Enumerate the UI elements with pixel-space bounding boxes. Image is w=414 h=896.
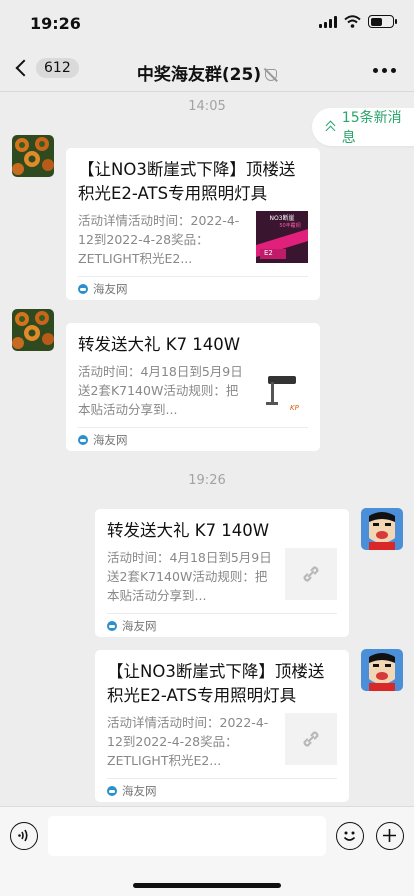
link-card[interactable]: 【让NO3断崖式下降】顶楼送积光E2-ATS专用照明灯具 活动详情活动时间：20… xyxy=(66,148,320,300)
svg-text:NO3断崖: NO3断崖 xyxy=(269,214,294,222)
nav-bar: 612 中奖海友群(25) xyxy=(0,48,414,92)
my-avatar[interactable] xyxy=(361,649,403,691)
card-source-label: 海友网 xyxy=(93,432,128,447)
card-description: 活动时间：4月18日到5月9日送2套K7140W活动规则：把本贴活动分享到... xyxy=(107,550,272,603)
chat-title-text: 中奖海友群(25) xyxy=(136,65,262,85)
card-description: 活动时间：4月18日到5月9日送2套K7140W活动规则：把本贴活动分享到... xyxy=(78,364,243,417)
card-title: 转发送大礼 K7 140W xyxy=(78,335,241,354)
avatar[interactable] xyxy=(12,135,54,177)
card-thumbnail xyxy=(285,713,337,765)
more-options-button[interactable] xyxy=(373,68,396,73)
more-actions-button[interactable] xyxy=(376,822,404,850)
smile-icon xyxy=(343,831,356,841)
my-avatar[interactable] xyxy=(361,508,403,550)
mute-bell-icon xyxy=(265,69,278,81)
svg-text:50丰覆铜: 50丰覆铜 xyxy=(279,222,300,229)
card-source: 海友网 xyxy=(78,427,308,451)
status-time: 19:26 xyxy=(30,14,81,33)
source-logo-icon xyxy=(78,434,88,445)
home-indicator xyxy=(133,883,281,888)
link-icon xyxy=(303,566,319,582)
card-title: 【让NO3断崖式下降】顶楼送积光E2-ATS专用照明灯具 xyxy=(78,160,296,203)
link-card[interactable]: 转发送大礼 K7 140W 活动时间：4月18日到5月9日送2套K7140W活动… xyxy=(66,323,320,451)
svg-text:E2: E2 xyxy=(264,249,273,257)
battery-icon xyxy=(368,15,397,28)
card-source: 海友网 xyxy=(78,276,308,300)
card-title: 【让NO3断崖式下降】顶楼送积光E2-ATS专用照明灯具 xyxy=(107,662,325,705)
wifi-icon xyxy=(344,15,361,28)
source-logo-icon xyxy=(107,620,117,631)
source-logo-icon xyxy=(107,785,117,796)
link-card[interactable]: 转发送大礼 K7 140W 活动时间：4月18日到5月9日送2套K7140W活动… xyxy=(95,509,349,637)
voice-icon xyxy=(18,829,28,842)
link-icon xyxy=(303,731,319,747)
signal-icon xyxy=(319,15,337,28)
source-logo-icon xyxy=(78,283,88,294)
avatar[interactable] xyxy=(12,309,54,351)
timestamp: 19:26 xyxy=(188,473,226,488)
status-icons xyxy=(319,15,397,28)
status-bar: 19:26 xyxy=(0,0,414,48)
svg-text:KP: KP xyxy=(290,404,300,412)
timestamp: 14:05 xyxy=(188,99,226,114)
card-description: 活动详情活动时间：2022-4-12到2022-4-28奖品：ZETLIGHT积… xyxy=(107,715,269,768)
card-source-label: 海友网 xyxy=(122,618,157,633)
card-description: 活动详情活动时间：2022-4-12到2022-4-28奖品：ZETLIGHT积… xyxy=(78,213,240,266)
plus-icon xyxy=(383,829,396,842)
card-thumbnail xyxy=(285,548,337,600)
card-source-label: 海友网 xyxy=(93,281,128,296)
card-source-label: 海友网 xyxy=(122,783,157,798)
card-source: 海友网 xyxy=(107,778,337,802)
double-chevron-up-icon xyxy=(326,120,336,134)
link-card[interactable]: 【让NO3断崖式下降】顶楼送积光E2-ATS专用照明灯具 活动详情活动时间：20… xyxy=(95,650,349,802)
card-title: 转发送大礼 K7 140W xyxy=(107,521,270,540)
card-thumbnail: NO3断崖 50丰覆铜 E2 xyxy=(256,211,308,263)
message-input[interactable] xyxy=(48,816,326,856)
card-thumbnail: KP xyxy=(256,362,308,414)
emoji-button[interactable] xyxy=(336,822,364,850)
voice-input-button[interactable] xyxy=(10,822,38,850)
chat-title: 中奖海友群(25) xyxy=(0,60,414,85)
input-bar xyxy=(0,806,414,896)
card-source: 海友网 xyxy=(107,613,337,637)
